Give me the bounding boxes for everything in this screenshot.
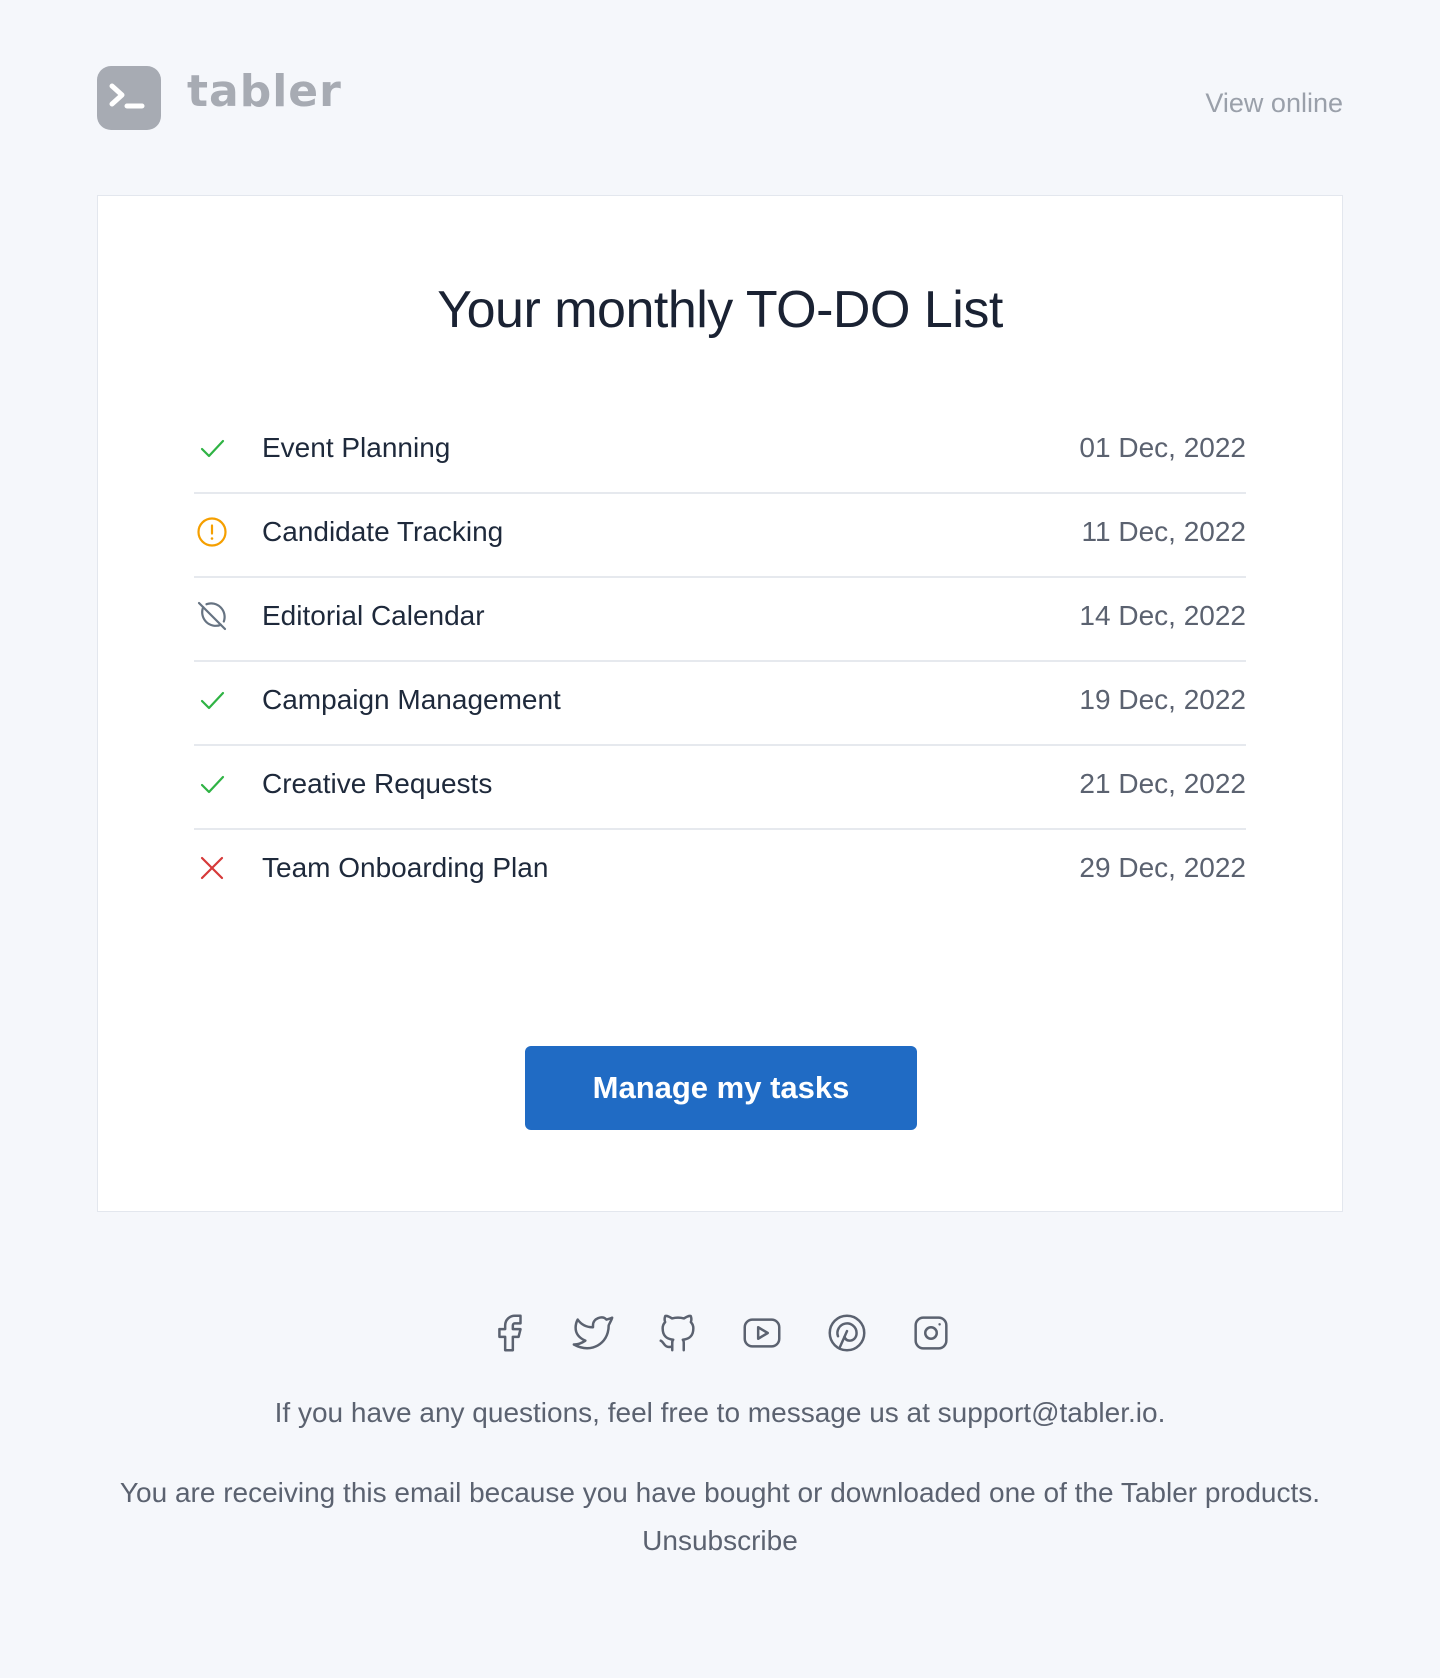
alert-circle-icon — [197, 517, 227, 547]
manage-tasks-button[interactable]: Manage my tasks — [525, 1046, 917, 1130]
pinterest-icon[interactable] — [824, 1310, 870, 1356]
task-date: 14 Dec, 2022 — [1079, 600, 1246, 631]
task-date: 29 Dec, 2022 — [1079, 852, 1246, 883]
task-row: Campaign Management 19 Dec, 2022 — [194, 662, 1246, 746]
task-row: Editorial Calendar 14 Dec, 2022 — [194, 578, 1246, 662]
task-name: Creative Requests — [262, 768, 493, 799]
page-title: Your monthly TO-DO List — [437, 281, 1003, 339]
youtube-icon[interactable] — [739, 1310, 785, 1356]
email-header: tabler View online — [97, 66, 1343, 130]
task-date: 19 Dec, 2022 — [1079, 684, 1246, 715]
check-icon — [200, 775, 225, 794]
task-row: Team Onboarding Plan 29 Dec, 2022 — [194, 830, 1246, 912]
task-date: 01 Dec, 2022 — [1079, 432, 1246, 463]
task-date: 21 Dec, 2022 — [1079, 768, 1246, 799]
task-name: Event Planning — [262, 432, 451, 463]
task-row: Event Planning 01 Dec, 2022 — [194, 410, 1246, 494]
social-links — [97, 1310, 1343, 1356]
brand-name: tabler — [187, 66, 342, 117]
x-icon — [200, 856, 224, 880]
task-name: Editorial Calendar — [262, 600, 485, 631]
task-name: Candidate Tracking — [262, 516, 504, 547]
task-name: Campaign Management — [262, 684, 561, 715]
circle-off-icon — [197, 601, 227, 631]
github-icon[interactable] — [655, 1310, 701, 1356]
task-date: 11 Dec, 2022 — [1081, 516, 1247, 547]
receiving-notice: You are receiving this email because you… — [119, 1477, 1321, 1508]
check-icon — [200, 691, 225, 710]
instagram-icon[interactable] — [908, 1310, 954, 1356]
todo-card: Your monthly TO-DO List Event Planning 0… — [97, 195, 1343, 1212]
check-icon — [200, 439, 225, 458]
unsubscribe-link[interactable]: Unsubscribe — [642, 1525, 798, 1556]
support-text: If you have any questions, feel free to … — [274, 1397, 1166, 1428]
twitter-icon[interactable] — [570, 1310, 616, 1356]
task-row: Creative Requests 21 Dec, 2022 — [194, 746, 1246, 830]
task-row: Candidate Tracking 11 Dec, 2022 — [194, 494, 1246, 578]
unsubscribe-container: Unsubscribe — [97, 1527, 1343, 1555]
tabler-logo-icon[interactable] — [97, 66, 161, 130]
facebook-icon[interactable] — [486, 1310, 532, 1356]
task-list: Event Planning 01 Dec, 2022 Candidate Tr… — [194, 410, 1246, 912]
task-name: Team Onboarding Plan — [262, 852, 549, 883]
view-online-link[interactable]: View online — [1205, 90, 1343, 117]
